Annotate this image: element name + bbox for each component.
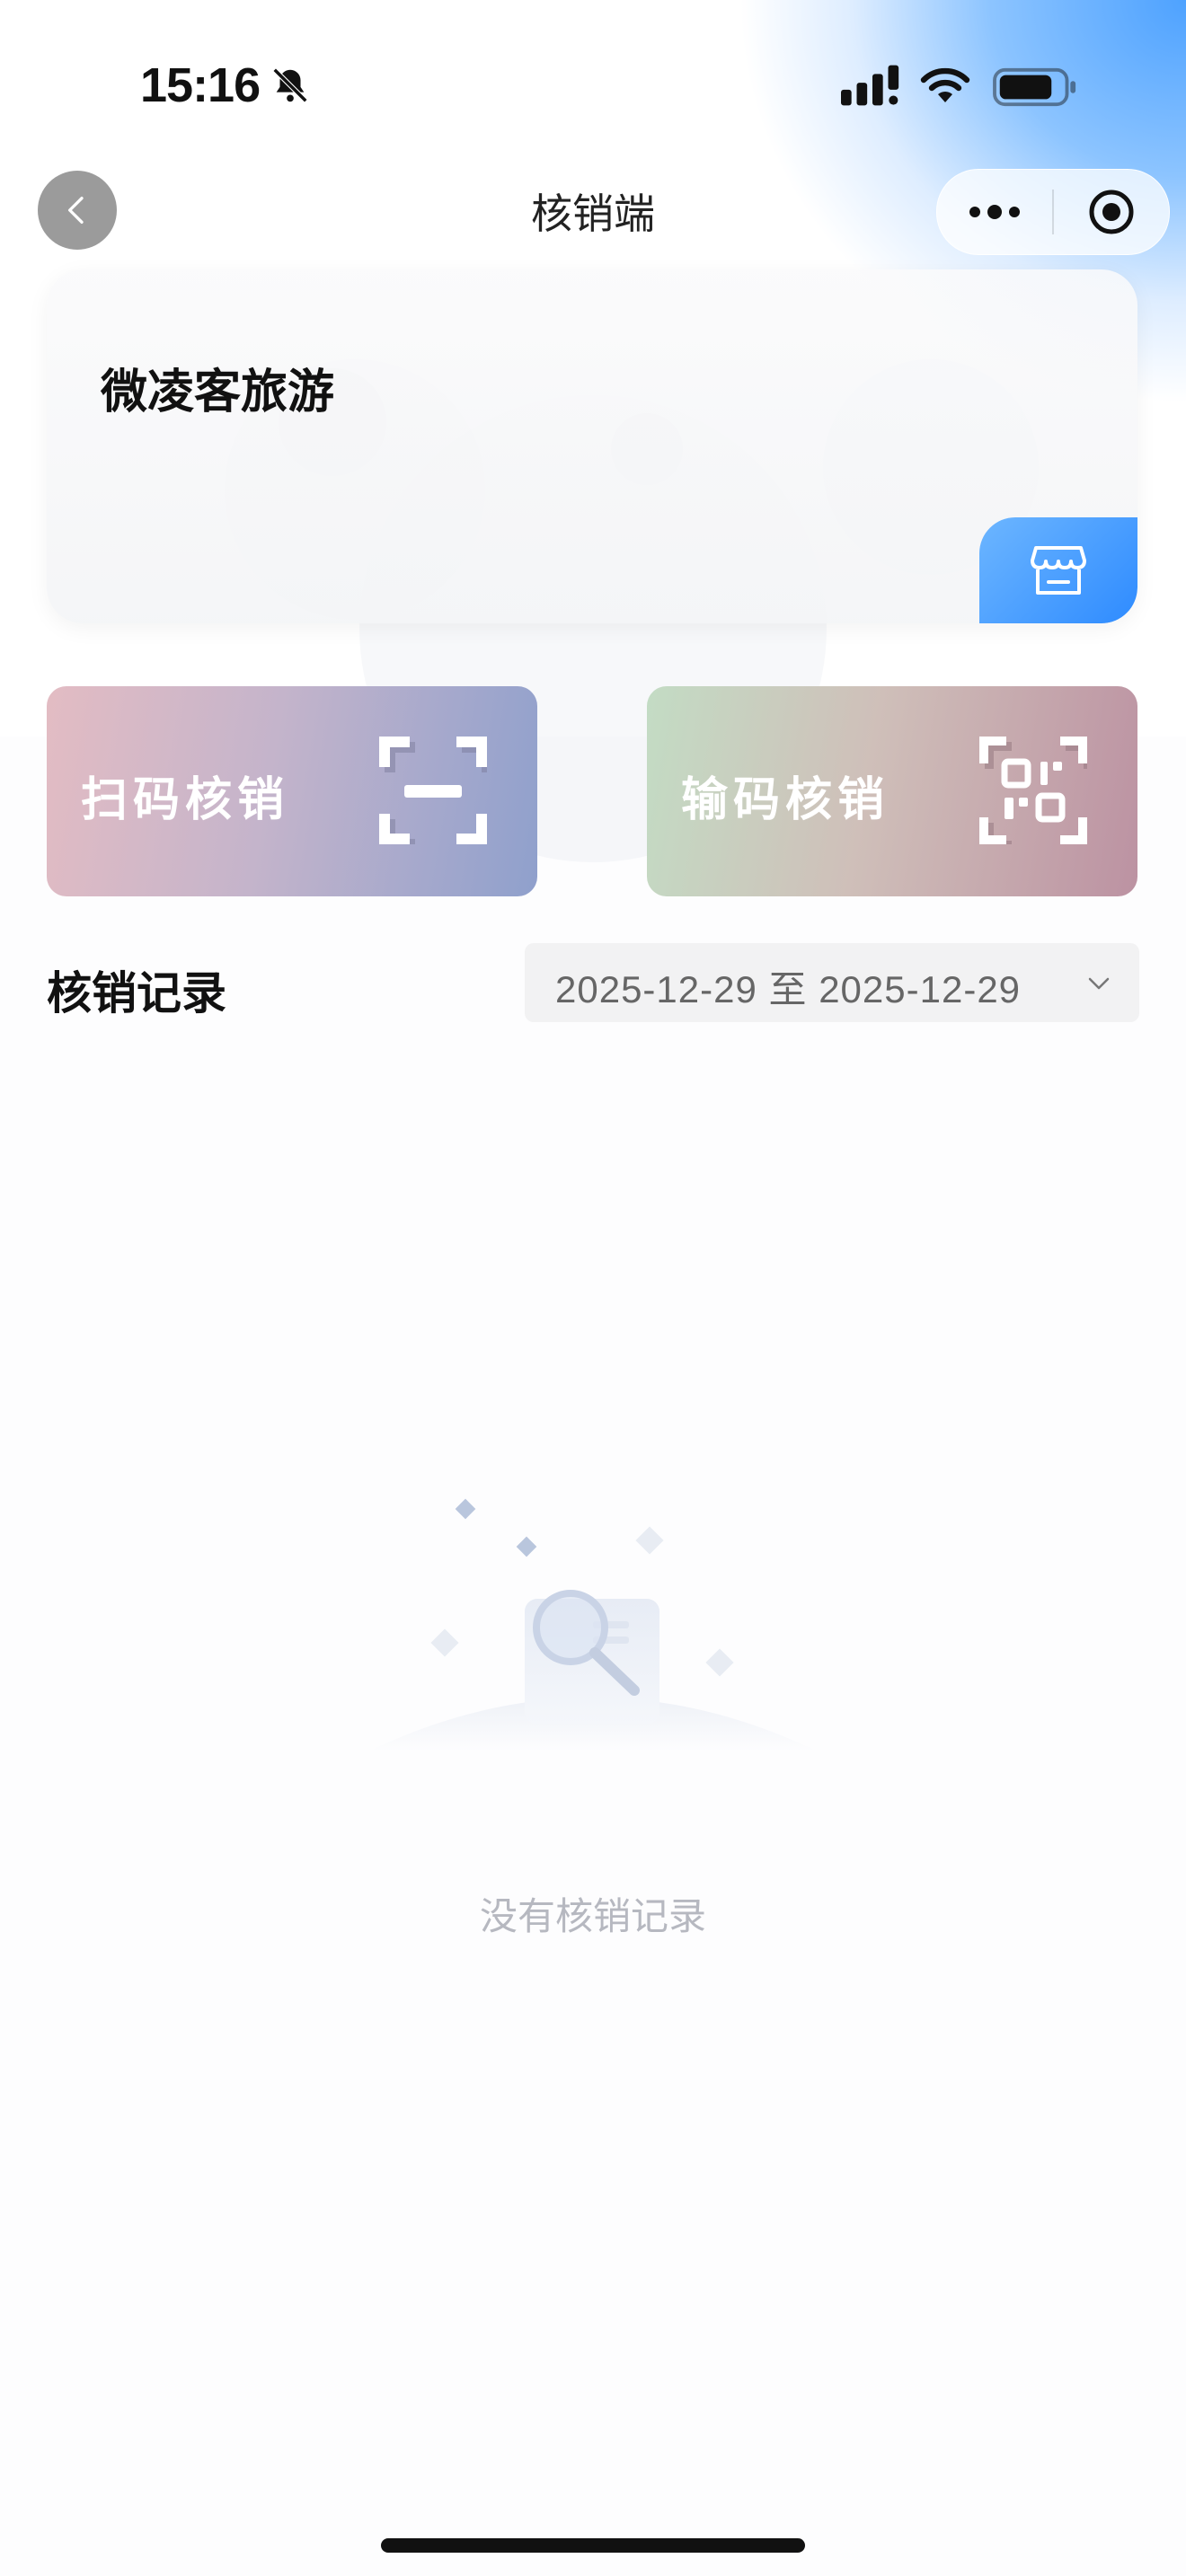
code-verify-label: 输码核销	[681, 773, 890, 827]
store-card: 微凌客旅游	[47, 269, 1137, 623]
cellular-signal-icon	[841, 65, 899, 106]
date-start: 2025-12-29	[555, 968, 757, 1010]
store-name: 微凌客旅游	[101, 366, 335, 419]
home-indicator	[381, 2538, 805, 2553]
more-dots-icon	[969, 205, 1020, 219]
date-separator: 至	[768, 967, 808, 1011]
wifi-icon	[920, 67, 970, 102]
scan-verify-button[interactable]: 扫码核销	[47, 686, 537, 896]
date-end: 2025-12-29	[819, 968, 1022, 1010]
empty-state-text: 没有核销记录	[479, 1894, 706, 1938]
empty-search-illustration	[368, 1498, 818, 1751]
mini-program-capsule	[936, 169, 1170, 255]
scan-frame-icon	[379, 737, 487, 844]
scan-verify-label: 扫码核销	[81, 773, 290, 827]
target-circle-icon	[1089, 190, 1134, 234]
store-icon	[1031, 546, 1086, 595]
more-button[interactable]	[937, 170, 1052, 254]
close-mini-program-button[interactable]	[1054, 170, 1169, 254]
date-range-text: 2025-12-29 至 2025-12-29	[555, 959, 1021, 1014]
chevron-down-icon	[1088, 977, 1110, 990]
records-title: 核销记录	[47, 967, 226, 1019]
date-range-picker[interactable]: 2025-12-29 至 2025-12-29	[525, 943, 1139, 1022]
code-verify-button[interactable]: 输码核销	[647, 686, 1137, 896]
status-time: 15:16	[140, 58, 261, 112]
qr-code-icon	[979, 737, 1087, 844]
store-switch-button[interactable]	[979, 517, 1137, 623]
battery-icon	[993, 67, 1076, 107]
bell-muted-icon	[272, 67, 308, 103]
status-bar: 15:16	[0, 0, 1186, 171]
